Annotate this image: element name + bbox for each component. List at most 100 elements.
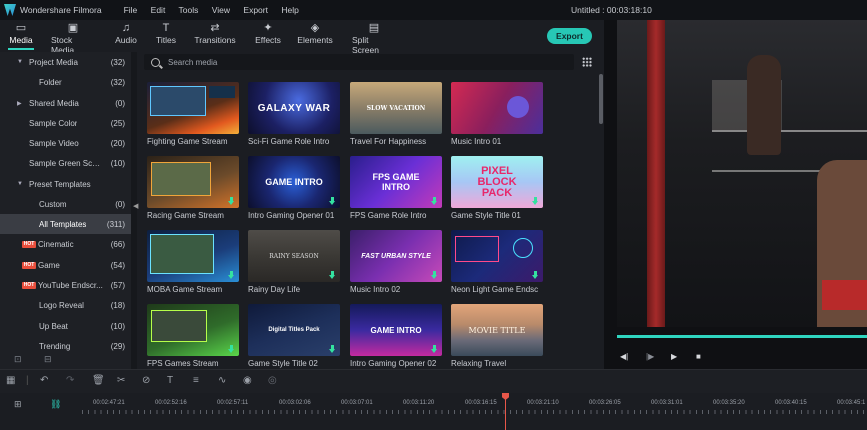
sidebar-item-count: (66) xyxy=(110,239,125,249)
tag-icon[interactable]: ⊘ xyxy=(142,375,150,386)
sidebar-item-folder[interactable]: Folder (32) xyxy=(0,72,131,92)
menu-export[interactable]: Export xyxy=(243,5,268,15)
thumbnail-title: RAINY SEASON xyxy=(269,252,319,260)
menu-edit[interactable]: Edit xyxy=(151,5,166,15)
timeline-ruler[interactable]: ⊞ ⛓ 00:02:47:21 00:02:52:16 00:02:57:11 … xyxy=(0,393,867,430)
frame-back-icon[interactable]: |▶ xyxy=(646,352,654,361)
sidebar-item-sample-color[interactable]: Sample Color (25) xyxy=(0,113,131,133)
sidebar-item-sample-video[interactable]: Sample Video (20) xyxy=(0,133,131,153)
search-input[interactable]: Search media xyxy=(168,58,217,67)
folder-icon: ▭ xyxy=(15,22,27,34)
sidebar-item-up-beat[interactable]: Up Beat (10) xyxy=(0,316,131,336)
sidebar-item-all-templates[interactable]: All Templates (311) xyxy=(0,214,131,234)
tab-split-screen[interactable]: ▤ Split Screen xyxy=(352,22,396,55)
download-icon[interactable] xyxy=(228,271,235,279)
download-icon[interactable] xyxy=(228,197,235,205)
template-label: Sci-Fi Game Role Intro xyxy=(248,137,330,146)
download-icon[interactable] xyxy=(329,271,336,279)
tab-audio-label: Audio xyxy=(115,35,137,45)
stop-icon[interactable]: ■ xyxy=(696,352,701,361)
menu-tools[interactable]: Tools xyxy=(179,5,199,15)
sidebar-item-game[interactable]: HOT Game (54) xyxy=(0,255,131,275)
sidebar-item-cinematic[interactable]: HOT Cinematic (66) xyxy=(0,234,131,254)
tab-media[interactable]: ▭ Media xyxy=(8,22,34,50)
expand-arrow-icon[interactable]: ▼ xyxy=(17,181,23,187)
timecode-label: 00:03:11:20 xyxy=(403,400,435,406)
playback-progress-bar[interactable] xyxy=(617,335,867,338)
download-icon[interactable] xyxy=(329,197,336,205)
menu-help[interactable]: Help xyxy=(281,5,298,15)
sidebar-item-sample-green-screen[interactable]: Sample Green Scre... (10) xyxy=(0,153,131,173)
search-bar[interactable]: Search media xyxy=(144,54,574,70)
tab-stock-media[interactable]: ▣ Stock Media xyxy=(51,22,95,55)
folder-icon[interactable]: ⊟ xyxy=(44,354,52,365)
delete-icon[interactable]: 🗑 xyxy=(92,375,105,386)
color-icon[interactable]: ◉ xyxy=(243,375,252,386)
hot-badge: HOT xyxy=(22,281,36,289)
playhead[interactable] xyxy=(505,393,506,430)
stream-frame xyxy=(151,162,211,196)
undo-icon[interactable]: ↶ xyxy=(40,375,48,386)
new-folder-icon[interactable]: ⊡ xyxy=(14,354,22,365)
separator: | xyxy=(26,375,29,386)
tab-effects-label: Effects xyxy=(255,35,281,45)
tab-transitions[interactable]: ⇄ Transitions xyxy=(194,22,236,50)
filmora-window: Wondershare Filmora File Edit Tools View… xyxy=(0,0,867,430)
sidebar-item-project-media[interactable]: ▼ Project Media (32) xyxy=(0,52,131,72)
step-back-icon[interactable]: ◀| xyxy=(620,352,628,361)
audio-wave-icon[interactable]: ∿ xyxy=(218,375,226,386)
sidebar-item-youtube-endscreen[interactable]: HOT YouTube Endscr... (57) xyxy=(0,275,131,295)
timecode-label: 00:03:16:15 xyxy=(465,400,497,406)
thumbnail-title: GAME INTRO xyxy=(265,177,323,187)
download-icon[interactable] xyxy=(431,271,438,279)
tab-elements[interactable]: ◈ Elements xyxy=(297,22,332,50)
timecode-label: 00:03:26:05 xyxy=(589,400,621,406)
video-preview[interactable] xyxy=(617,20,867,327)
grid-layout-icon[interactable]: ▦ xyxy=(6,375,15,386)
adjust-icon[interactable]: ≡ xyxy=(193,375,199,386)
timecode-label: 00:03:07:01 xyxy=(341,400,373,406)
download-icon[interactable] xyxy=(329,345,336,353)
sidebar-item-label: Project Media xyxy=(29,57,78,67)
ruler-ticks xyxy=(82,410,867,414)
redo-icon[interactable]: ↷ xyxy=(66,375,74,386)
template-label: Travel For Happiness xyxy=(350,137,427,146)
expand-arrow-icon[interactable]: ▶ xyxy=(17,100,22,107)
template-label: Intro Gaming Opener 01 xyxy=(248,211,335,220)
export-button[interactable]: Export xyxy=(547,28,592,44)
sidebar-item-label: HOT Game xyxy=(22,261,60,270)
download-icon[interactable] xyxy=(532,271,539,279)
sidebar-item-label: Sample Color xyxy=(29,118,78,128)
main-toolbar: ▭ Media ▣ Stock Media ♫ Audio T Titles ⇄… xyxy=(0,20,604,55)
stream-frame xyxy=(150,86,206,116)
download-icon[interactable] xyxy=(532,197,539,205)
ring-rope xyxy=(712,130,867,132)
sidebar-item-logo-reveal[interactable]: Logo Reveal (18) xyxy=(0,295,131,315)
link-icon[interactable]: ⛓ xyxy=(50,399,61,410)
template-label: Racing Game Stream xyxy=(147,211,224,220)
panel-divider[interactable] xyxy=(131,52,137,369)
grid-view-icon[interactable] xyxy=(582,57,592,67)
cut-icon[interactable]: ✂ xyxy=(117,375,125,386)
download-icon[interactable] xyxy=(431,197,438,205)
text-icon[interactable]: T xyxy=(167,375,173,386)
play-icon[interactable]: ▶ xyxy=(671,352,677,361)
expand-arrow-icon[interactable]: ▼ xyxy=(17,59,23,65)
template-thumbnail: FAST URBAN STYLE xyxy=(350,230,442,282)
add-track-icon[interactable]: ⊞ xyxy=(14,399,22,410)
media-scrollbar[interactable] xyxy=(599,74,603,124)
sidebar-item-shared-media[interactable]: ▶ Shared Media (0) xyxy=(0,93,131,113)
stock-media-icon: ▣ xyxy=(67,22,79,34)
speed-icon[interactable]: ◎ xyxy=(268,375,277,386)
tab-titles-label: Titles xyxy=(156,35,176,45)
sidebar-item-preset-templates[interactable]: ▼ Preset Templates xyxy=(0,174,131,194)
tab-titles[interactable]: T Titles xyxy=(156,22,176,50)
download-icon[interactable] xyxy=(228,345,235,353)
menu-view[interactable]: View xyxy=(212,5,230,15)
tab-effects[interactable]: ✦ Effects xyxy=(254,22,282,50)
download-icon[interactable] xyxy=(431,345,438,353)
menu-file[interactable]: File xyxy=(124,5,138,15)
sidebar-item-label: Trending xyxy=(39,341,71,351)
tab-audio[interactable]: ♫ Audio xyxy=(114,22,138,50)
sidebar-item-custom[interactable]: Custom (0) xyxy=(0,194,131,214)
